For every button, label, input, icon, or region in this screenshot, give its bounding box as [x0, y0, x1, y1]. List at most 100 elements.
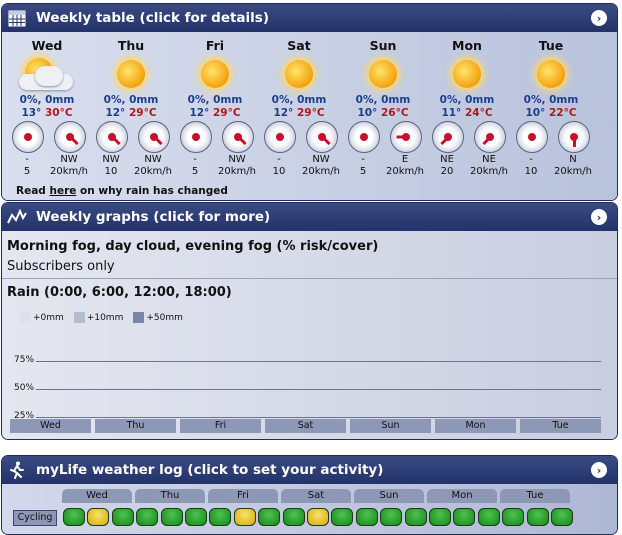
rating-pill[interactable] — [87, 508, 110, 526]
wind-speed: 20 — [440, 166, 454, 177]
rating-pill[interactable] — [111, 508, 134, 526]
rating-pill[interactable] — [429, 508, 451, 526]
wind-speed: 5 — [359, 166, 367, 177]
rating-pill[interactable] — [551, 508, 573, 526]
temp-low: 12° — [189, 107, 210, 119]
chevron-right-icon[interactable]: › — [591, 209, 607, 225]
mylife-day-tab: Fri — [208, 489, 278, 503]
rating-pill[interactable] — [453, 508, 476, 526]
weekly-graphs-header[interactable]: Weekly graphs (click for more) › — [2, 203, 617, 231]
temp-high: 24°C — [464, 107, 493, 119]
legend-swatch — [133, 312, 145, 323]
legend-label: +10mm — [86, 312, 124, 323]
wind-direction: NW — [144, 154, 162, 165]
sun-icon — [201, 60, 229, 88]
temp-low: 11° — [441, 107, 462, 119]
weekly-table-header[interactable]: Weekly table (click for details) › — [2, 4, 617, 32]
rating-pill[interactable] — [258, 508, 281, 526]
partly-cloudy-icon — [17, 54, 77, 94]
sun-icon — [453, 60, 481, 88]
rating-pill[interactable] — [185, 508, 207, 526]
temp-high: 29°C — [296, 107, 325, 119]
wind-dial-icon — [138, 121, 170, 153]
wind-speed: 20km/h — [470, 166, 508, 177]
rating-pill[interactable] — [355, 508, 378, 526]
day-column: Wed 0%, 0mm 13° 30°C -5 NW 20km/h — [5, 32, 89, 177]
rain-chance: 0%, 0mm — [439, 94, 495, 106]
chevron-right-icon[interactable]: › — [591, 462, 607, 478]
day-band: Fri — [180, 419, 261, 433]
weekly-graphs-body: Morning fog, day cloud, evening fog (% r… — [2, 231, 617, 439]
calendar-icon — [6, 8, 28, 28]
wind-dial-icon — [306, 121, 338, 153]
mylife-day-tab: Mon — [427, 489, 497, 503]
day-name: Fri — [205, 38, 225, 53]
rain-change-note: Read here on why rain has changed — [16, 185, 228, 197]
day-band: Mon — [435, 419, 516, 433]
day-band: Sat — [265, 419, 346, 433]
day-column: Sun 0%, 0mm 10° 26°C -5 E 20km/h — [341, 32, 425, 177]
rating-pill[interactable] — [477, 508, 500, 526]
temp-high: 29°C — [212, 107, 241, 119]
rain-chance: 0%, 0mm — [523, 94, 579, 106]
y-tick-label: 75% — [14, 355, 35, 365]
wind-direction: E — [401, 154, 409, 165]
wind-speed: 20km/h — [302, 166, 340, 177]
rain-chance: 0%, 0mm — [271, 94, 327, 106]
wind-direction: NW — [312, 154, 330, 165]
activity-label[interactable]: Cycling — [13, 510, 57, 526]
day-band: Tue — [520, 419, 601, 433]
temp-low: 10° — [525, 107, 546, 119]
y-tick-label: 50% — [14, 383, 35, 393]
weekly-table-panel: Weekly table (click for details) › Read … — [1, 3, 618, 201]
wind-speed: 5 — [191, 166, 199, 177]
rain-chance: 0%, 0mm — [187, 94, 243, 106]
legend-label: +50mm — [146, 312, 183, 323]
mylife-day-tab: Sun — [354, 489, 424, 503]
rating-pill[interactable] — [404, 508, 427, 526]
wind-direction: - — [193, 154, 197, 165]
rating-pill[interactable] — [380, 508, 403, 526]
rating-pill[interactable] — [233, 508, 256, 526]
temperature: 12° 29°C — [89, 107, 173, 121]
temperature: 13° 30°C — [5, 107, 89, 121]
rain-chart-title: Rain (0:00, 6:00, 12:00, 18:00) — [7, 285, 232, 300]
chevron-right-icon[interactable]: › — [591, 10, 607, 26]
temp-high: 26°C — [380, 107, 409, 119]
gridline — [36, 417, 601, 418]
rating-pill[interactable] — [526, 508, 549, 526]
wind-direction: NE — [440, 154, 454, 165]
wind-dial-icon — [222, 121, 254, 153]
day-name: Sun — [369, 38, 397, 53]
rain-chance: 0%, 0mm — [355, 94, 411, 106]
rating-pill[interactable] — [282, 508, 305, 526]
wind-dial-icon — [390, 121, 422, 153]
temp-low: 10° — [357, 107, 378, 119]
rating-pill[interactable] — [209, 508, 232, 526]
rating-pill[interactable] — [160, 508, 183, 526]
rating-pill[interactable] — [307, 508, 329, 526]
day-band: Sun — [350, 419, 431, 433]
temp-low: 12° — [273, 107, 294, 119]
wind-dial-icon — [54, 121, 86, 153]
rating-pill[interactable] — [502, 508, 525, 526]
wind-direction: NW — [228, 154, 246, 165]
day-name: Tue — [538, 38, 564, 53]
fog-chart-title: Morning fog, day cloud, evening fog (% r… — [7, 239, 379, 254]
rating-pill[interactable] — [331, 508, 354, 526]
rain-change-link[interactable]: here — [49, 185, 76, 197]
mylife-header[interactable]: myLife weather log (click to set your ac… — [2, 456, 617, 484]
weekly-table-title: Weekly table (click for details) — [36, 10, 269, 26]
rating-pill[interactable] — [63, 508, 85, 526]
weekly-graphs-panel: Weekly graphs (click for more) › Morning… — [1, 202, 618, 440]
wind-direction: NE — [482, 154, 496, 165]
wind-speed: 10 — [104, 166, 118, 177]
temperature: 12° 29°C — [173, 107, 257, 121]
temp-high: 22°C — [548, 107, 577, 119]
divider — [2, 278, 617, 279]
rating-pill[interactable] — [136, 508, 159, 526]
wind-speed: 20km/h — [386, 166, 424, 177]
gridline — [36, 389, 601, 390]
wind-dial-icon — [180, 121, 212, 153]
note-suffix: on why rain has changed — [76, 185, 228, 197]
